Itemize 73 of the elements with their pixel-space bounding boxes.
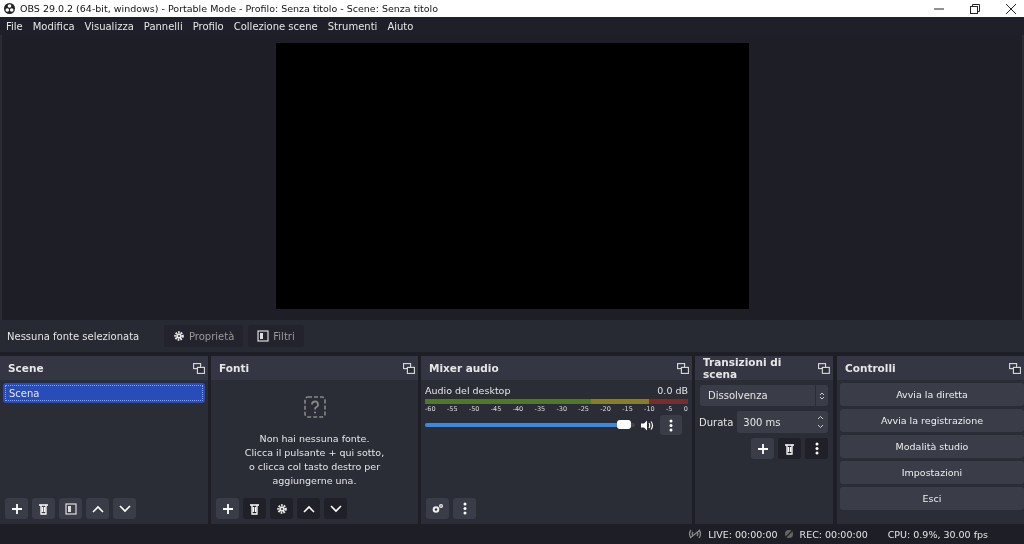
toolbar-button[interactable] bbox=[113, 498, 136, 519]
menu-item[interactable]: File bbox=[6, 20, 23, 32]
dock-title: Transizioni di scena bbox=[703, 356, 783, 380]
selected-source-label: Nessuna fonte selezionata bbox=[7, 330, 141, 342]
settings-icon bbox=[431, 503, 444, 514]
toolbar-button[interactable] bbox=[216, 498, 239, 519]
question-icon bbox=[303, 396, 326, 418]
dock-title: Scene bbox=[8, 362, 44, 374]
toolbar-button[interactable] bbox=[5, 498, 28, 519]
channel-menu-button[interactable] bbox=[660, 415, 682, 435]
control-button[interactable]: Esci bbox=[840, 487, 1024, 510]
control-button[interactable]: Modalità studio bbox=[840, 435, 1024, 458]
undock-icon[interactable] bbox=[403, 362, 415, 374]
undock-icon[interactable] bbox=[818, 362, 830, 374]
empty-sources-message: Non hai nessuna fonte. Clicca il pulsante + qui sotto, o clicca col tasto destro per aggiungerne una. bbox=[244, 432, 385, 488]
settings-icon bbox=[173, 330, 185, 342]
trash-icon bbox=[38, 502, 49, 515]
up-icon bbox=[91, 504, 104, 513]
duration-field[interactable]: 300 ms bbox=[737, 411, 828, 433]
control-button[interactable]: Impostazioni bbox=[840, 461, 1024, 484]
scene-item[interactable]: Scena bbox=[3, 383, 205, 403]
toolbar-button[interactable] bbox=[59, 498, 82, 519]
toolbar-button[interactable] bbox=[86, 498, 109, 519]
close-icon[interactable] bbox=[1006, 3, 1016, 14]
menu-item[interactable]: Pannelli bbox=[143, 20, 183, 32]
down-icon bbox=[118, 504, 131, 513]
toolbar-button[interactable] bbox=[751, 438, 774, 459]
volume-slider[interactable] bbox=[425, 423, 635, 427]
trash-icon bbox=[784, 442, 795, 455]
toolbar-button[interactable] bbox=[426, 498, 449, 519]
filter-icon bbox=[257, 330, 270, 342]
dock-title: Mixer audio bbox=[429, 362, 499, 374]
live-time: LIVE: 00:00:00 bbox=[708, 528, 778, 540]
add-icon bbox=[756, 442, 769, 455]
up-icon bbox=[302, 504, 315, 513]
add-icon bbox=[10, 502, 23, 515]
channel-reading: 0.0 dB bbox=[657, 385, 688, 396]
dock-title: Fonti bbox=[219, 362, 250, 374]
speaker-icon[interactable] bbox=[641, 419, 654, 431]
trash-icon bbox=[249, 502, 260, 515]
more-icon bbox=[462, 502, 467, 515]
control-button[interactable]: Avvia la diretta bbox=[840, 383, 1024, 406]
cpu-usage: CPU: 0.9%, 30.00 fps bbox=[887, 528, 988, 540]
broadcast-off-icon bbox=[688, 529, 703, 539]
menu-item[interactable]: Modifica bbox=[32, 20, 75, 32]
dropdown-arrows-icon bbox=[819, 390, 825, 401]
dock-title: Controlli bbox=[845, 362, 896, 374]
down-icon bbox=[329, 504, 342, 513]
app-logo-icon bbox=[4, 3, 15, 14]
duration-label: Durata bbox=[699, 416, 734, 428]
menu-item[interactable]: Aiuto bbox=[387, 20, 414, 32]
window-title: OBS 29.0.2 (64-bit, windows) - Portable Mode - Profilo: Senza titolo - Scene: Senza titolo bbox=[20, 3, 438, 14]
menu-item[interactable]: Strumenti bbox=[327, 20, 378, 32]
settings-icon bbox=[275, 502, 288, 515]
transition-dropdown[interactable]: Dissolvenza bbox=[700, 385, 828, 406]
filter-icon bbox=[64, 502, 77, 515]
undock-icon[interactable] bbox=[193, 362, 205, 374]
more-icon bbox=[814, 442, 819, 455]
toolbar-button[interactable] bbox=[32, 498, 55, 519]
restore-icon[interactable] bbox=[970, 3, 980, 14]
more-icon bbox=[669, 418, 673, 432]
menu-item[interactable]: Profilo bbox=[192, 20, 224, 32]
rec-time: REC: 00:00:00 bbox=[799, 528, 868, 540]
menu-item[interactable]: Visualizza bbox=[84, 20, 134, 32]
spin-arrows-icon bbox=[817, 415, 824, 429]
undock-icon[interactable] bbox=[677, 362, 689, 374]
control-button[interactable]: Avvia la registrazione bbox=[840, 409, 1024, 432]
channel-name: Audio del desktop bbox=[425, 385, 511, 396]
toolbar-button[interactable] bbox=[453, 498, 476, 519]
record-off-icon bbox=[783, 529, 794, 539]
menu-item[interactable]: Collezione scene bbox=[233, 20, 318, 32]
add-icon bbox=[221, 502, 234, 515]
undock-icon[interactable] bbox=[1009, 362, 1021, 374]
